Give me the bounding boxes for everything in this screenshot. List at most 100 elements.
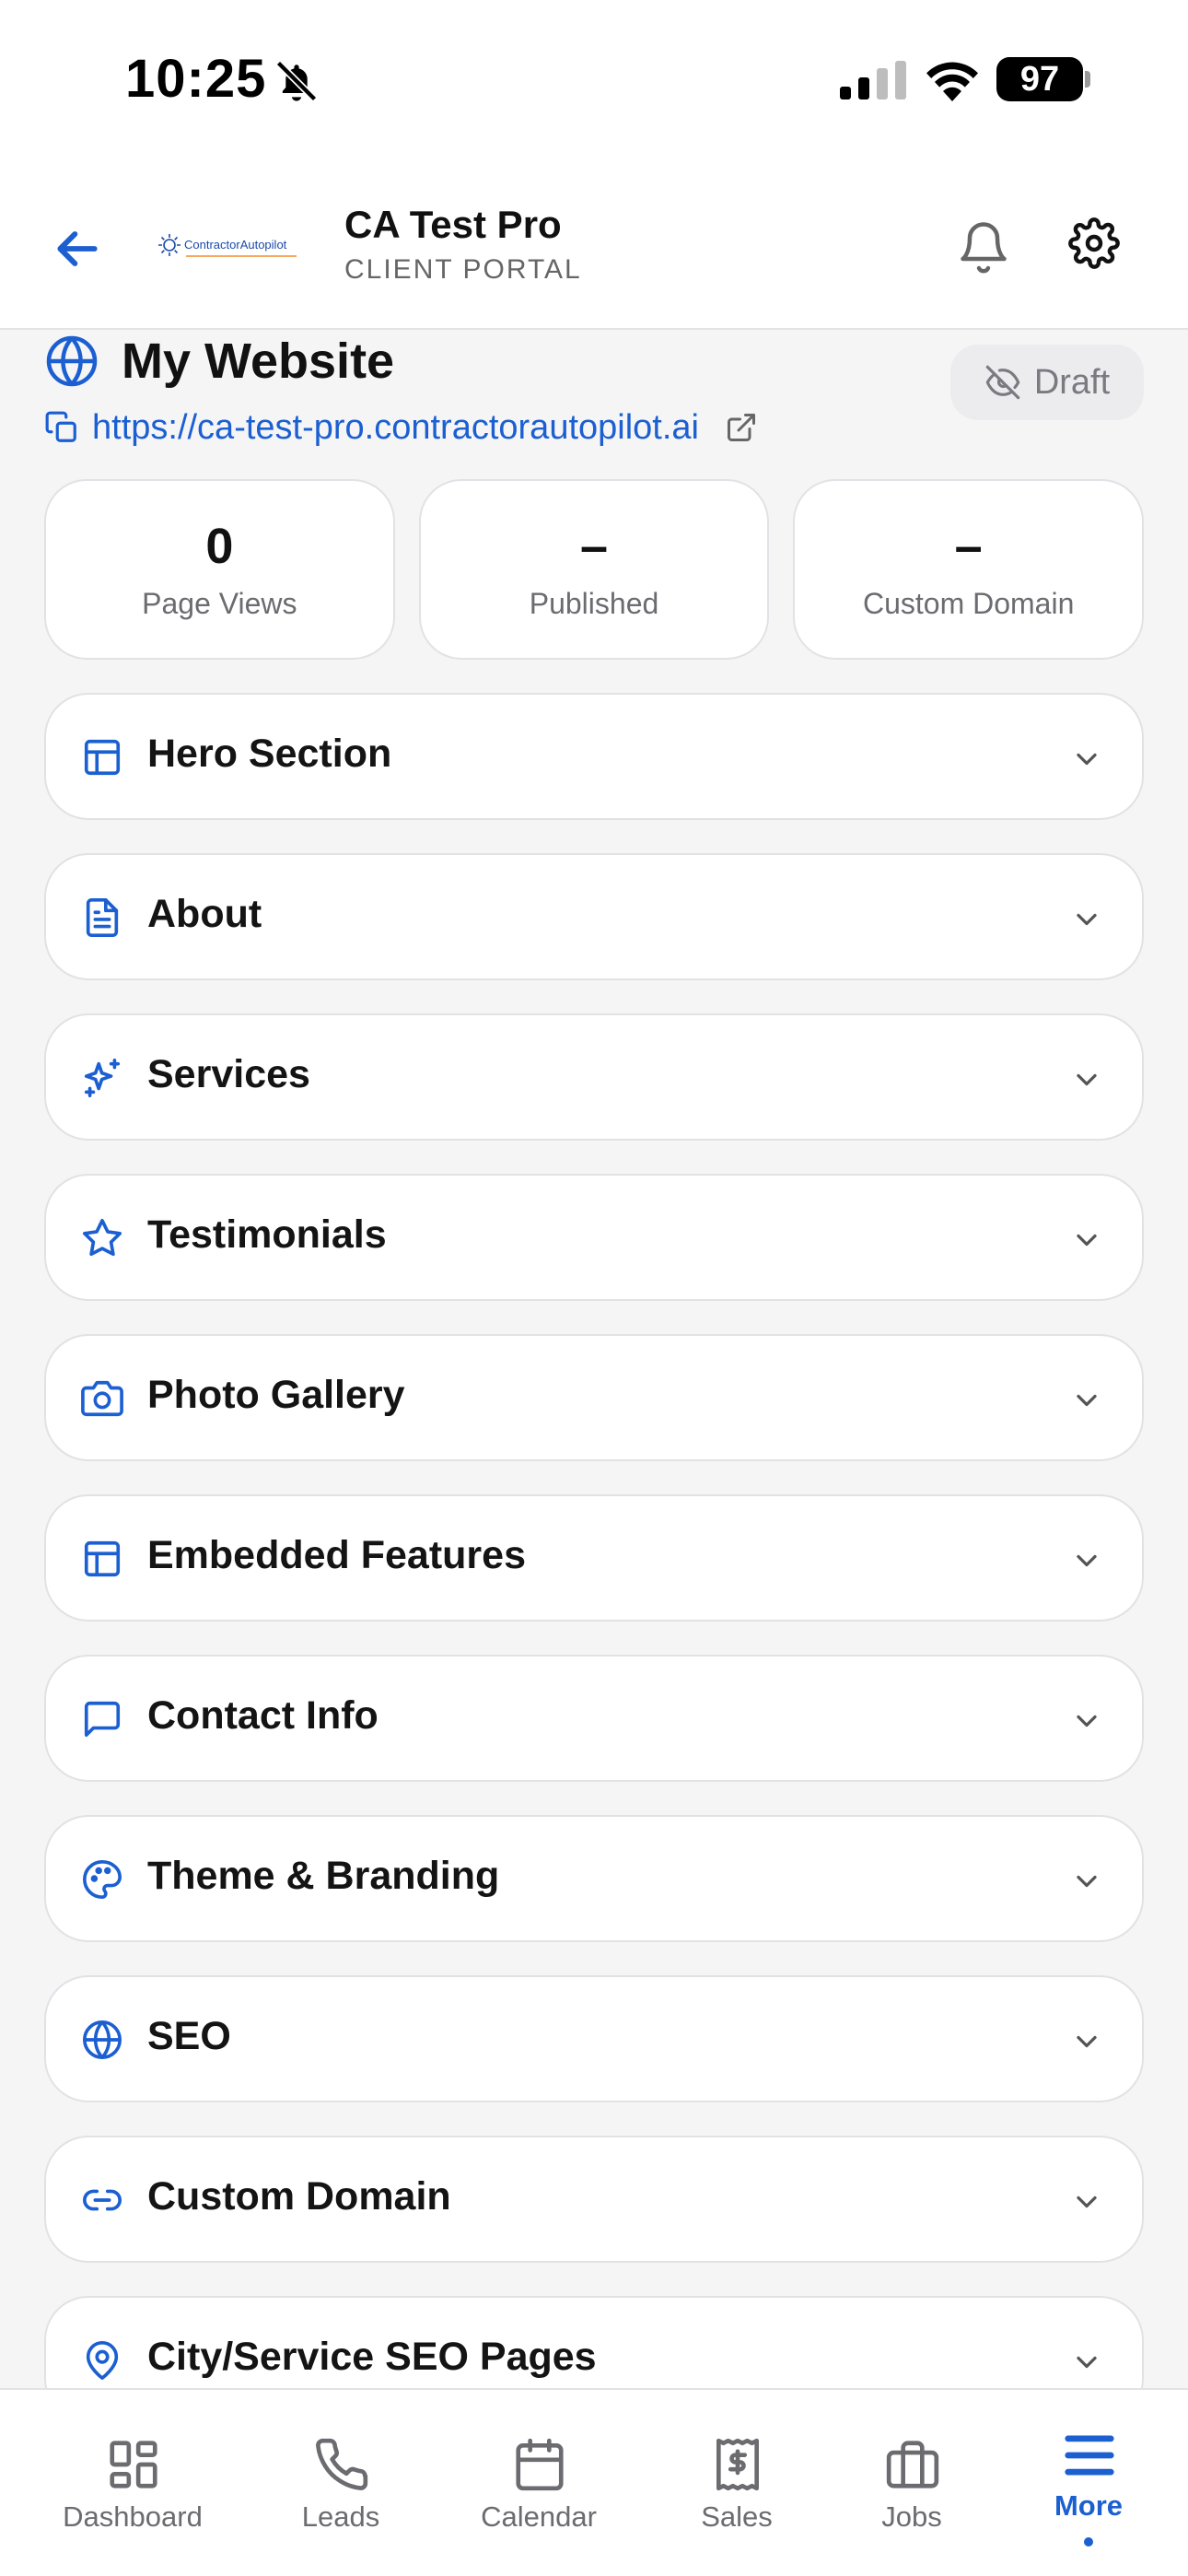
section-theme-branding[interactable]: Theme & Branding	[44, 1815, 1144, 1942]
sparkles-icon	[84, 1059, 121, 1097]
stat-label: Published	[529, 586, 659, 620]
chevron-down-icon	[1077, 1875, 1097, 1888]
tab-label: Jobs	[881, 2500, 942, 2533]
active-tab-indicator	[1084, 2537, 1093, 2547]
section-city-service-seo[interactable]: City/Service SEO Pages	[44, 2296, 1144, 2388]
section-hero[interactable]: Hero Section	[44, 693, 1144, 820]
back-arrow-icon[interactable]	[48, 219, 107, 278]
tab-dashboard[interactable]: Dashboard	[41, 2390, 225, 2576]
chevron-down-icon	[1077, 753, 1097, 766]
website-editor: My Website Draft https://ca-test-pro.con…	[0, 332, 1188, 2388]
page-title: My Website	[122, 334, 395, 389]
stat-value: –	[954, 518, 983, 574]
website-url-link[interactable]: https://ca-test-pro.contractorautopilot.…	[92, 408, 699, 448]
stat-card-page-views: 0 Page Views	[44, 479, 395, 660]
chevron-down-icon	[1077, 1394, 1097, 1407]
section-seo[interactable]: SEO	[44, 1975, 1144, 2102]
chevron-down-icon	[1077, 2195, 1097, 2208]
chevron-down-icon	[1077, 2035, 1097, 2048]
chevron-down-icon	[1077, 913, 1097, 926]
camera-icon	[81, 1380, 123, 1417]
client-name: CA Test Pro	[344, 203, 562, 246]
section-label: Hero Section	[147, 732, 392, 776]
chevron-down-icon	[1077, 2356, 1097, 2369]
tab-jobs[interactable]: Jobs	[820, 2390, 1004, 2576]
section-custom-domain[interactable]: Custom Domain	[44, 2136, 1144, 2263]
stats-row: 0 Page Views – Published – Custom Domain	[44, 479, 1145, 660]
wifi-icon	[926, 62, 978, 101]
chevron-down-icon	[1077, 1715, 1097, 1727]
section-embedded-features[interactable]: Embedded Features	[44, 1494, 1144, 1622]
briefcase-icon	[886, 2441, 939, 2488]
tab-label: More	[1054, 2489, 1124, 2522]
section-testimonials[interactable]: Testimonials	[44, 1174, 1144, 1301]
menu-icon	[1065, 2435, 1114, 2476]
calendar-icon	[516, 2438, 564, 2491]
dashboard-icon	[110, 2441, 157, 2488]
stat-value: 0	[205, 518, 234, 574]
receipt-icon	[716, 2438, 759, 2491]
map-pin-icon	[86, 2341, 119, 2380]
tab-label: Dashboard	[63, 2500, 203, 2533]
stat-value: –	[579, 518, 609, 574]
page-title-row: My Website	[44, 332, 394, 391]
status-bar: 10:25 97	[0, 0, 1188, 164]
globe-icon	[83, 2020, 122, 2059]
section-label: About	[147, 892, 262, 936]
section-photo-gallery[interactable]: Photo Gallery	[44, 1334, 1144, 1461]
chevron-down-icon	[1077, 1554, 1097, 1567]
globe-icon	[46, 335, 98, 387]
tab-more[interactable]: More	[996, 2390, 1181, 2576]
draft-status-label: Draft	[1033, 362, 1111, 402]
chevron-down-icon	[1077, 1234, 1097, 1247]
section-label: Testimonials	[147, 1212, 387, 1257]
tab-leads[interactable]: Leads	[249, 2390, 433, 2576]
draft-status-badge: Draft	[950, 345, 1144, 420]
section-label: Photo Gallery	[147, 1373, 405, 1417]
link-icon	[83, 2189, 122, 2211]
section-services[interactable]: Services	[44, 1013, 1144, 1141]
svg-text:ContractorAutopilot: ContractorAutopilot	[184, 238, 287, 252]
section-label: Contact Info	[147, 1693, 379, 1738]
message-icon	[84, 1701, 121, 1738]
website-url-row: https://ca-test-pro.contractorautopilot.…	[44, 402, 758, 453]
section-label: Services	[147, 1052, 310, 1096]
section-contact-info[interactable]: Contact Info	[44, 1655, 1144, 1782]
section-about[interactable]: About	[44, 853, 1144, 980]
stat-label: Custom Domain	[862, 586, 1075, 620]
phone-icon	[316, 2438, 368, 2490]
status-time: 10:25	[125, 49, 267, 109]
chevron-down-icon	[1077, 1073, 1097, 1086]
notification-bell-icon[interactable]	[956, 212, 1011, 278]
palette-icon	[83, 1860, 122, 1899]
layout-icon	[84, 739, 121, 776]
eye-off-icon	[985, 365, 1020, 400]
section-label: SEO	[147, 2014, 231, 2058]
battery-indicator: 97	[996, 57, 1083, 101]
battery-nub	[1085, 71, 1090, 88]
stat-card-published: – Published	[418, 479, 770, 660]
document-icon	[86, 898, 119, 937]
tab-calendar[interactable]: Calendar	[447, 2390, 631, 2576]
copy-icon[interactable]	[44, 410, 79, 445]
tab-label: Sales	[701, 2500, 773, 2533]
tab-label: Leads	[301, 2500, 380, 2533]
section-label: Theme & Branding	[147, 1854, 500, 1898]
signal-icon	[840, 61, 906, 100]
layout-icon	[84, 1540, 121, 1577]
settings-gear-icon[interactable]	[1068, 217, 1120, 269]
bottom-tab-bar: Dashboard Leads Calendar Sales Jobs More	[0, 2388, 1188, 2576]
external-link-icon[interactable]	[725, 411, 758, 444]
tab-label: Calendar	[481, 2500, 597, 2533]
section-label: City/Service SEO Pages	[147, 2335, 597, 2379]
portal-subtitle: CLIENT PORTAL	[344, 254, 582, 285]
bell-slash-icon	[275, 60, 318, 102]
star-icon	[83, 1219, 122, 1257]
app-header: ContractorAutopilot CA Test Pro CLIENT P…	[0, 164, 1188, 330]
company-logo: ContractorAutopilot	[158, 234, 297, 257]
tab-sales[interactable]: Sales	[645, 2390, 829, 2576]
section-label: Embedded Features	[147, 1533, 526, 1577]
stat-card-custom-domain: – Custom Domain	[793, 479, 1145, 660]
stat-label: Page Views	[142, 586, 297, 620]
section-label: Custom Domain	[147, 2174, 451, 2219]
